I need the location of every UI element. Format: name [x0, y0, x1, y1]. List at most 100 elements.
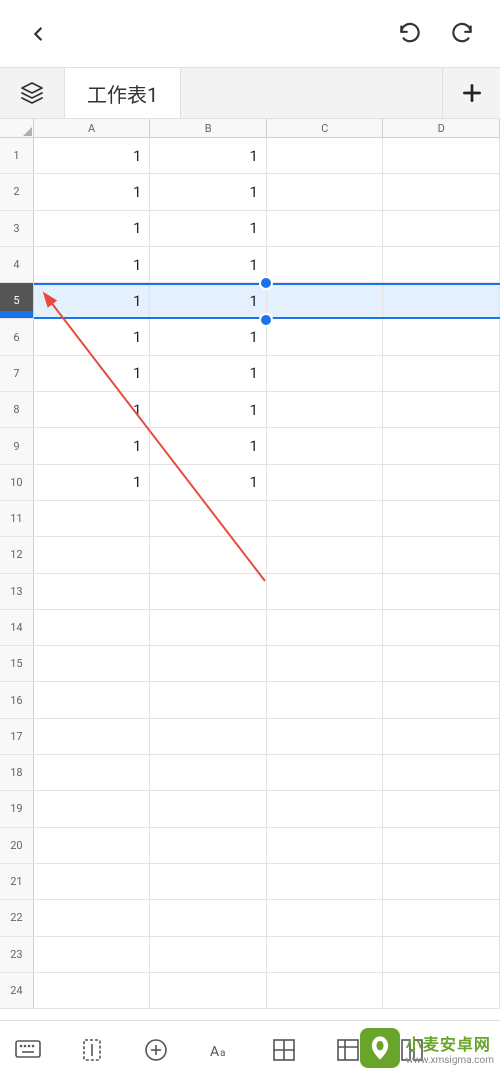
selection-handle-bottom[interactable] [259, 313, 273, 327]
row-header[interactable]: 10 [0, 465, 34, 500]
cell[interactable] [34, 791, 151, 826]
cell[interactable] [150, 574, 267, 609]
column-header[interactable]: A [34, 119, 151, 137]
row-header[interactable]: 13 [0, 574, 34, 609]
row-header[interactable]: 21 [0, 864, 34, 899]
row-header[interactable]: 24 [0, 973, 34, 1008]
cell[interactable]: 1 [34, 392, 151, 427]
row-header[interactable]: 6 [0, 319, 34, 354]
row-header[interactable]: 23 [0, 937, 34, 972]
spreadsheet-grid[interactable]: A B C D 11121131141151161171181191110111… [0, 119, 500, 1009]
cell[interactable] [34, 610, 151, 645]
cell[interactable] [267, 174, 384, 209]
cell[interactable] [34, 719, 151, 754]
cell[interactable]: 1 [34, 174, 151, 209]
row-header[interactable]: 11 [0, 501, 34, 536]
column-header[interactable]: C [267, 119, 384, 137]
cell[interactable] [383, 465, 500, 500]
cell[interactable] [150, 937, 267, 972]
cell[interactable]: 1 [34, 428, 151, 463]
sheets-list-button[interactable] [0, 68, 65, 118]
cell[interactable]: 1 [150, 356, 267, 391]
cell[interactable]: 1 [150, 247, 267, 282]
column-header[interactable]: B [150, 119, 267, 137]
cell[interactable] [267, 719, 384, 754]
cell[interactable] [267, 900, 384, 935]
cell[interactable]: 1 [34, 283, 151, 318]
row-header[interactable]: 7 [0, 356, 34, 391]
cell[interactable] [383, 719, 500, 754]
cell[interactable] [150, 501, 267, 536]
cell[interactable] [267, 392, 384, 427]
cell[interactable] [267, 864, 384, 899]
cell[interactable] [383, 174, 500, 209]
cell[interactable] [383, 973, 500, 1008]
cell[interactable] [34, 828, 151, 863]
cell[interactable] [267, 791, 384, 826]
row-header[interactable]: 5 [0, 283, 34, 318]
cell[interactable] [383, 138, 500, 173]
cell[interactable] [267, 211, 384, 246]
cell[interactable] [150, 682, 267, 717]
cell[interactable]: 1 [34, 319, 151, 354]
cell[interactable] [34, 501, 151, 536]
cell[interactable] [267, 283, 384, 318]
cell[interactable] [383, 501, 500, 536]
cell[interactable] [383, 574, 500, 609]
cell[interactable] [383, 900, 500, 935]
cell[interactable] [383, 646, 500, 681]
row-header[interactable]: 20 [0, 828, 34, 863]
cell[interactable] [383, 755, 500, 790]
cell[interactable] [383, 537, 500, 572]
font-format-button[interactable]: Aa [200, 1030, 240, 1070]
cell[interactable]: 1 [34, 211, 151, 246]
cell[interactable] [383, 682, 500, 717]
cell[interactable] [267, 937, 384, 972]
selection-handle-top[interactable] [259, 276, 273, 290]
cell[interactable] [150, 973, 267, 1008]
cell[interactable]: 1 [150, 428, 267, 463]
cell[interactable] [34, 755, 151, 790]
cell[interactable] [34, 937, 151, 972]
column-header[interactable]: D [383, 119, 500, 137]
cell[interactable] [383, 356, 500, 391]
add-sheet-button[interactable] [442, 68, 500, 118]
cell[interactable] [383, 319, 500, 354]
cell[interactable] [150, 900, 267, 935]
cell[interactable] [267, 501, 384, 536]
cell[interactable] [150, 791, 267, 826]
cell[interactable] [383, 283, 500, 318]
cell[interactable]: 1 [34, 247, 151, 282]
cell[interactable]: 1 [150, 283, 267, 318]
cell[interactable] [267, 537, 384, 572]
row-header[interactable]: 17 [0, 719, 34, 754]
keyboard-button[interactable] [8, 1030, 48, 1070]
cell[interactable]: 1 [150, 138, 267, 173]
cell[interactable] [150, 537, 267, 572]
cell[interactable] [34, 537, 151, 572]
row-header[interactable]: 15 [0, 646, 34, 681]
cell[interactable] [267, 574, 384, 609]
borders-button[interactable] [264, 1030, 304, 1070]
cell[interactable] [267, 828, 384, 863]
row-header[interactable]: 18 [0, 755, 34, 790]
cell[interactable]: 1 [34, 356, 151, 391]
row-header[interactable]: 16 [0, 682, 34, 717]
cell[interactable] [150, 646, 267, 681]
cell[interactable]: 1 [150, 174, 267, 209]
row-header[interactable]: 1 [0, 138, 34, 173]
cell[interactable] [267, 610, 384, 645]
row-header[interactable]: 3 [0, 211, 34, 246]
cell[interactable] [383, 864, 500, 899]
cell[interactable] [267, 319, 384, 354]
cell[interactable] [267, 356, 384, 391]
back-button[interactable] [18, 14, 58, 54]
row-header[interactable]: 2 [0, 174, 34, 209]
row-header[interactable]: 22 [0, 900, 34, 935]
cell[interactable] [267, 973, 384, 1008]
cell[interactable] [34, 864, 151, 899]
cell[interactable] [34, 900, 151, 935]
row-header[interactable]: 4 [0, 247, 34, 282]
cell[interactable] [383, 428, 500, 463]
cell[interactable] [267, 646, 384, 681]
